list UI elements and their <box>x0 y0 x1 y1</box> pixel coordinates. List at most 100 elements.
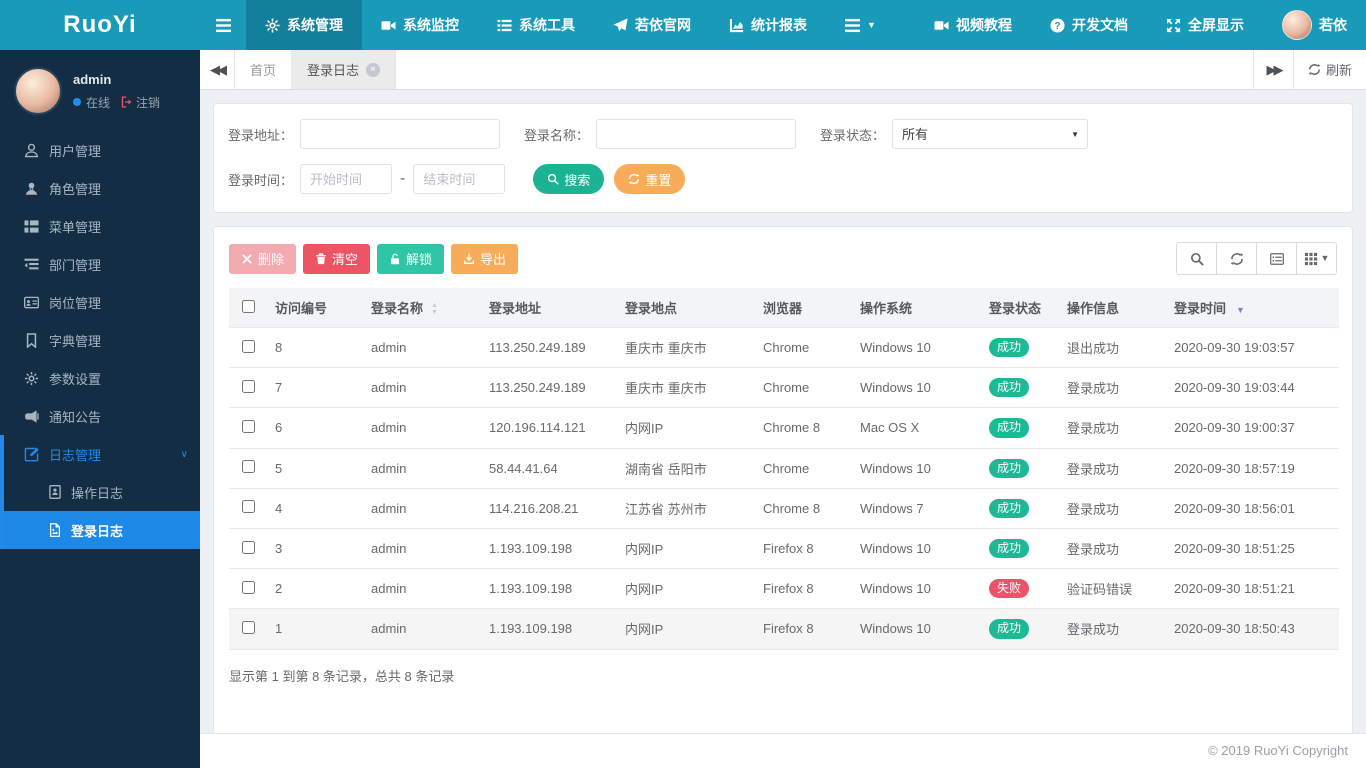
cell-ip: 1.193.109.198 <box>481 608 617 650</box>
cell-time: 2020-09-30 18:56:01 <box>1166 487 1339 529</box>
refresh-tab-button[interactable]: 刷新 <box>1292 50 1366 89</box>
reset-button[interactable]: 重置 <box>614 164 686 194</box>
column-header[interactable]: 操作信息 <box>1059 288 1166 328</box>
table-row[interactable]: 3 admin 1.193.109.198 内网IP Firefox 8 Windows … <box>229 527 1339 569</box>
table-row[interactable]: 4 admin 114.216.208.21 江苏省 苏州市 Chrome 8 Windo… <box>229 487 1339 529</box>
row-checkbox[interactable] <box>241 419 255 433</box>
bars-icon <box>845 18 860 33</box>
column-header[interactable]: 登录地点 <box>617 288 755 328</box>
cell-time: 2020-09-30 19:00:37 <box>1166 407 1339 449</box>
row-select-cell <box>229 407 267 449</box>
unlock-button[interactable]: 解锁 <box>377 243 445 274</box>
top-menu-item[interactable]: 全屏显示 <box>1147 0 1263 50</box>
top-menu-item-label: 系统监控 <box>403 17 459 33</box>
tab-close-icon[interactable]: × <box>366 62 381 77</box>
sidebar-item-5[interactable]: 字典管理 <box>0 321 200 359</box>
row-checkbox[interactable] <box>241 540 255 554</box>
export-button[interactable]: 导出 <box>451 243 519 274</box>
sidebar-item-8[interactable]: 日志管理 ∨ <box>4 435 200 473</box>
cell-id: 4 <box>267 487 363 529</box>
select-all-checkbox[interactable] <box>241 299 255 313</box>
sidebar-item-label: 参数设置 <box>49 371 102 387</box>
sidebar-subitem-0[interactable]: 操作日志 <box>4 473 200 511</box>
login-status-select[interactable]: 所有 <box>892 119 1089 149</box>
top-menu-item[interactable]: 若依官网 <box>594 0 710 50</box>
row-checkbox[interactable] <box>241 580 255 594</box>
top-menu-item[interactable]: 视频教程 <box>915 0 1031 50</box>
table-row[interactable]: 7 admin 113.250.249.189 重庆市 重庆市 Chrome Window… <box>229 367 1339 408</box>
cell-location: 内网IP <box>617 407 755 449</box>
row-checkbox[interactable] <box>241 460 255 474</box>
column-header[interactable]: 操作系统 <box>852 288 981 328</box>
sidebar-menu-group: 通知公告 <box>0 397 200 435</box>
row-checkbox[interactable] <box>241 500 255 514</box>
sidebar-menu-group: 菜单管理 <box>0 207 200 245</box>
end-time-input[interactable] <box>413 164 506 194</box>
clean-button[interactable]: 清空 <box>303 243 371 274</box>
avatar[interactable] <box>14 67 62 115</box>
tabs-scroll-left-button[interactable]: ◀◀ <box>200 50 235 89</box>
top-menu-item[interactable]: 统计报表 <box>710 0 826 50</box>
cell-location: 内网IP <box>617 568 755 609</box>
tab-home[interactable]: 首页 <box>235 50 293 89</box>
top-menu-item[interactable]: ? 开发文档 <box>1031 0 1147 50</box>
sidebar-item-6[interactable]: 参数设置 <box>0 359 200 397</box>
top-menu-item[interactable]: 系统监控 <box>362 0 478 50</box>
sidebar-menu-group: 用户管理 <box>0 131 200 169</box>
detail-view-button[interactable] <box>1256 242 1297 275</box>
top-menu-item[interactable]: ▼ <box>826 0 895 50</box>
column-header[interactable]: 登录地址 <box>481 288 617 328</box>
column-header[interactable]: 访问编号 <box>267 288 363 328</box>
logout-button[interactable]: 注销 <box>121 94 160 111</box>
column-header[interactable]: 登录状态 <box>981 288 1059 328</box>
search-icon <box>1190 252 1204 266</box>
column-header-label: 登录时间 <box>1174 301 1227 316</box>
row-checkbox[interactable] <box>241 339 255 353</box>
tab-login-log[interactable]: 登录日志 × <box>292 50 397 89</box>
sidebar-item-1[interactable]: 角色管理 <box>0 169 200 207</box>
sidebar-item-label: 菜单管理 <box>49 219 102 235</box>
table-row[interactable]: 1 admin 1.193.109.198 内网IP Firefox 8 Windows … <box>229 608 1339 650</box>
column-header[interactable]: 登录时间 ▼ <box>1166 288 1339 328</box>
top-menu-item[interactable]: 若依 <box>1263 0 1366 50</box>
paper-plane-icon <box>613 17 628 33</box>
show-search-button[interactable] <box>1176 242 1217 275</box>
table-row[interactable]: 2 admin 1.193.109.198 内网IP Firefox 8 Windows … <box>229 568 1339 609</box>
table-row[interactable]: 5 admin 58.44.41.64 湖南省 岳阳市 Chrome Windows 10… <box>229 447 1339 489</box>
cell-id: 5 <box>267 447 363 489</box>
row-checkbox[interactable] <box>241 620 255 634</box>
sidebar-item-3[interactable]: 部门管理 <box>0 245 200 283</box>
cell-time: 2020-09-30 18:51:25 <box>1166 527 1339 569</box>
cell-name: admin <box>363 326 481 368</box>
sidebar-item-4[interactable]: 岗位管理 <box>0 283 200 321</box>
top-menu-item[interactable]: 系统工具 <box>478 0 594 50</box>
sidebar-item-7[interactable]: 通知公告 <box>0 397 200 435</box>
sidebar-subitem-1[interactable]: 登录日志 <box>4 511 200 549</box>
tabs-scroll-right-button[interactable]: ▶▶ <box>1252 50 1293 89</box>
login-address-input[interactable] <box>300 119 501 149</box>
column-header[interactable]: 登录名称 ▲ ▼ <box>363 288 481 328</box>
start-time-input[interactable] <box>300 164 393 194</box>
sidebar-toggle-button[interactable] <box>200 0 246 50</box>
refresh-table-button[interactable] <box>1216 242 1257 275</box>
sidebar-item-label: 日志管理 <box>49 447 102 463</box>
bookmark-icon <box>24 332 39 348</box>
login-name-input[interactable] <box>596 119 797 149</box>
search-button[interactable]: 搜索 <box>533 164 605 194</box>
table-row[interactable]: 8 admin 113.250.249.189 重庆市 重庆市 Chrome Window… <box>229 326 1339 368</box>
column-header[interactable]: 浏览器 <box>755 288 852 328</box>
columns-button[interactable]: ▼ <box>1296 242 1337 275</box>
top-menu-item[interactable]: 系统管理 <box>246 0 362 50</box>
delete-button[interactable]: 删除 <box>229 243 297 274</box>
sidebar-item-0[interactable]: 用户管理 <box>0 131 200 169</box>
sidebar-item-2[interactable]: 菜单管理 <box>0 207 200 245</box>
row-checkbox[interactable] <box>241 379 255 393</box>
cell-ip: 113.250.249.189 <box>481 326 617 368</box>
sort-icon: ▲ ▼ <box>431 302 438 316</box>
cell-location: 湖南省 岳阳市 <box>617 447 755 489</box>
unlock-button-label: 解锁 <box>406 252 433 267</box>
table-row[interactable]: 6 admin 120.196.114.121 内网IP Chrome 8 Mac OS … <box>229 407 1339 449</box>
cell-message: 登录成功 <box>1059 407 1166 449</box>
row-select-cell <box>229 568 267 609</box>
top-menu-item-label: 系统管理 <box>287 17 343 33</box>
